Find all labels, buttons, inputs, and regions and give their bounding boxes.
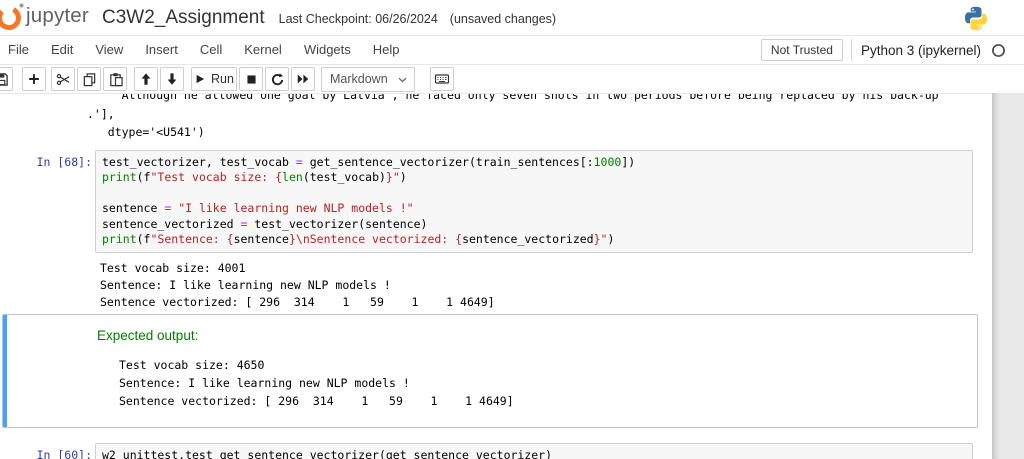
kernel-name[interactable]: Python 3 (ipykernel) xyxy=(861,43,981,58)
python-logo-icon xyxy=(964,6,988,31)
vertical-scrollbar[interactable] xyxy=(992,93,1024,459)
play-icon xyxy=(196,74,205,84)
restart-run-all-button[interactable] xyxy=(291,67,315,91)
arrow-down-icon xyxy=(167,73,177,85)
menu-view[interactable]: View xyxy=(84,36,134,64)
refresh-icon xyxy=(271,72,283,85)
checkpoint-status: Last Checkpoint: 06/26/2024 xyxy=(278,12,438,26)
menu-cell[interactable]: Cell xyxy=(189,36,233,64)
code-cell-60: In [60]: w2_unittest.test_get_sentence_v… xyxy=(0,442,992,459)
input-prompt: In [68]: xyxy=(36,154,92,169)
cell-type-select[interactable]: Markdown xyxy=(321,66,415,92)
cell-type-selected-value: Markdown xyxy=(330,72,388,86)
paste-icon xyxy=(109,72,123,86)
cut-cells-button[interactable] xyxy=(51,67,75,91)
kernel-idle-icon xyxy=(992,43,1005,57)
command-palette-button[interactable] xyxy=(430,67,454,91)
copy-icon xyxy=(83,72,95,86)
menu-help[interactable]: Help xyxy=(362,36,411,64)
notebook-area: Although he allowed one goal by Latvia ,… xyxy=(0,94,992,459)
kernel-idle-indicator xyxy=(991,43,1006,58)
move-cell-up-button[interactable] xyxy=(134,67,158,91)
add-cell-button[interactable] xyxy=(22,67,46,91)
jupyter-logo[interactable]: jupyter xyxy=(0,0,98,35)
keyboard-icon xyxy=(434,74,450,84)
expected-output-heading: Expected output: xyxy=(97,327,199,343)
chevron-down-icon xyxy=(398,77,407,82)
code-input-60[interactable]: w2_unittest.test_get_sentence_vectorizer… xyxy=(95,442,973,459)
move-cell-down-button[interactable] xyxy=(160,67,184,91)
expected-output-code-block: Test vocab size: 4650 Sentence: I like le… xyxy=(119,357,514,408)
menu-kernel[interactable]: Kernel xyxy=(233,36,293,64)
save-icon xyxy=(0,72,8,86)
trust-indicator[interactable]: Not Trusted xyxy=(760,39,843,61)
arrow-up-icon xyxy=(141,73,151,85)
run-button-label: Run xyxy=(211,72,234,86)
jupyter-logo-text: jupyter xyxy=(26,4,89,27)
run-button[interactable]: Run xyxy=(191,67,237,91)
scissors-icon xyxy=(56,73,69,85)
menu-edit[interactable]: Edit xyxy=(40,36,84,64)
plus-icon xyxy=(29,74,39,84)
autosave-status: (unsaved changes) xyxy=(449,12,557,26)
menu-file[interactable]: File xyxy=(0,36,40,64)
fast-forward-icon xyxy=(297,74,309,84)
menubar-separator xyxy=(850,39,852,61)
save-button[interactable] xyxy=(0,67,13,91)
menu-widgets[interactable]: Widgets xyxy=(293,36,362,64)
interrupt-kernel-button[interactable] xyxy=(239,67,263,91)
paste-cells-button[interactable] xyxy=(103,67,127,91)
cell-output-68: Test vocab size: 4001 Sentence: I like le… xyxy=(100,260,495,309)
notebook-header: jupyter C3W2_Assignment Last Checkpoint:… xyxy=(0,0,1024,35)
copy-cells-button[interactable] xyxy=(77,67,101,91)
selected-cell-indicator xyxy=(3,314,7,427)
notebook-title[interactable]: C3W2_Assignment xyxy=(102,7,265,29)
stop-icon xyxy=(246,74,256,84)
menu-insert[interactable]: Insert xyxy=(134,36,189,64)
input-prompt: In [60]: xyxy=(36,447,92,459)
code-input-68[interactable]: test_vectorizer, test_vocab = get_senten… xyxy=(95,149,973,253)
previous-cell-output: Although he allowed one goal by Latvia ,… xyxy=(87,94,939,139)
restart-kernel-button[interactable] xyxy=(265,67,289,91)
menu-bar: File Edit View Insert Cell Kernel Widget… xyxy=(0,35,1024,65)
toolbar: Run Markdown xyxy=(0,65,1024,94)
code-cell-68: In [68]: test_vectorizer, test_vocab = g… xyxy=(0,149,992,253)
markdown-cell-expected-output[interactable]: Expected output: Test vocab size: 4650 Se… xyxy=(2,313,978,428)
